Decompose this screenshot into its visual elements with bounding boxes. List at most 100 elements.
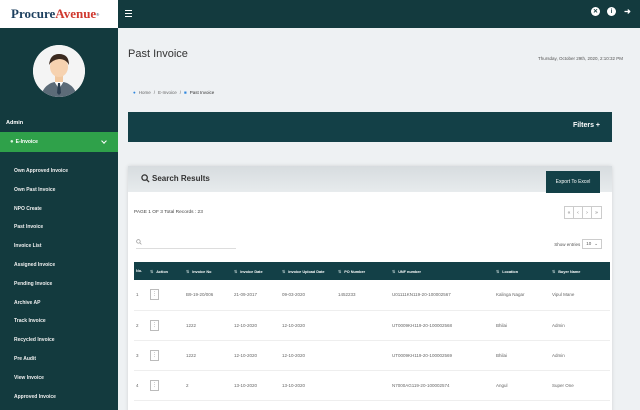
home-icon: ● xyxy=(133,90,136,95)
column-header-upload-date[interactable]: ⇅ Invoice Upload Date xyxy=(280,262,336,280)
entries-select[interactable]: 10 ⌄ xyxy=(582,239,602,249)
cell-action: ⋮ xyxy=(148,310,184,340)
cell-po-number: 1452233 xyxy=(338,292,356,298)
column-header-invoice-no[interactable]: ⇅ Invoice No xyxy=(184,262,232,280)
cell-upload-date: 12-10-2020 xyxy=(282,322,306,328)
cell-invoice-date: 13-10-2020 xyxy=(234,382,258,388)
table-row[interactable]: 3 ⋮ 1222 12-10-2020 12-10-2020 UT0009KH1… xyxy=(134,340,610,370)
search-icon xyxy=(136,239,142,245)
sidebar-item-own-approved-invoice[interactable]: Own Approved Invoice xyxy=(0,162,118,181)
logo-text-avenue: Avenue xyxy=(55,6,97,21)
cell-upload-date: 12-10-2020 xyxy=(282,352,306,358)
cell-no: 3 xyxy=(136,352,139,358)
table-row[interactable]: 1 ⋮ B9-19-20/006 21-09-2017 09-03-2020 1… xyxy=(134,280,610,310)
cell-no: 4 xyxy=(136,382,139,388)
column-header-po-number[interactable]: ⇅ PO Number xyxy=(336,262,390,280)
top-bar: ✕ i ➜ xyxy=(118,0,640,28)
sort-icon: ⇅ xyxy=(338,269,342,274)
last-page-button[interactable]: » xyxy=(592,207,601,218)
column-header-unf-number[interactable]: ⇅ UNF number xyxy=(390,262,494,280)
page-icon: ■ xyxy=(184,90,187,95)
current-datetime: Thursday, October 29th, 2020, 2:10:32 PM xyxy=(538,56,623,61)
cell-buyer-name: Vipul Mane xyxy=(552,292,575,298)
breadcrumb-separator: / xyxy=(153,90,155,95)
search-results-header: Search Results Export To Excel xyxy=(128,166,612,193)
info-circle-icon[interactable]: i xyxy=(607,7,616,16)
sidebar: Procure Avenue ® Admin ● E-Invoice Own App… xyxy=(0,0,118,410)
cell-unf-number: U01111KN119-20-100002567 xyxy=(392,292,451,298)
sidebar-submenu: Own Approved Invoice Own Past Invoice NP… xyxy=(0,162,118,406)
cell-unf-number: UT0009KH119-20-100002569 xyxy=(392,352,452,358)
sidebar-item-past-invoice[interactable]: Past Invoice xyxy=(0,218,118,237)
column-header-invoice-date[interactable]: ⇅ Invoice Date xyxy=(232,262,280,280)
table-row[interactable]: 4 ⋮ 2 13-10-2020 13-10-2020 N7000AG119-2… xyxy=(134,370,610,400)
sidebar-item-invoice-list[interactable]: Invoice List xyxy=(0,237,118,256)
logo-text-procure: Procure xyxy=(11,6,56,21)
cell-upload-date: 09-03-2020 xyxy=(282,292,306,298)
cell-buyer-name: Admin xyxy=(552,352,565,358)
cell-upload-date: 13-10-2020 xyxy=(282,382,306,388)
user-name: Admin xyxy=(6,120,24,126)
search-results-card: Search Results Export To Excel PAGE 1 OF… xyxy=(128,166,612,410)
logo-trademark: ® xyxy=(96,11,100,17)
breadcrumb-home[interactable]: Home xyxy=(139,90,151,95)
chevron-down-icon: ⌄ xyxy=(594,241,598,246)
close-circle-icon[interactable]: ✕ xyxy=(591,7,600,16)
action-menu-button[interactable]: ⋮ xyxy=(150,319,159,331)
table-row[interactable]: 2 ⋮ 1222 12-10-2020 12-10-2020 UT0009KH1… xyxy=(134,310,610,340)
brand-logo[interactable]: Procure Avenue ® xyxy=(0,0,118,28)
cell-location: Bhilai xyxy=(496,322,508,328)
sidebar-item-pre-audit[interactable]: Pre Audit xyxy=(0,350,118,369)
sidebar-item-approved-invoice[interactable]: Approved Invoice xyxy=(0,388,118,407)
sidebar-item-view-invoice[interactable]: View Invoice xyxy=(0,369,118,388)
column-header-location[interactable]: ⇅ Location xyxy=(494,262,550,280)
search-results-label: Search Results xyxy=(152,174,210,183)
hamburger-menu-icon[interactable] xyxy=(125,10,132,17)
sidebar-item-own-past-invoice[interactable]: Own Past Invoice xyxy=(0,181,118,200)
sidebar-item-npo-create[interactable]: NPO Create xyxy=(0,200,118,219)
cell-action: ⋮ xyxy=(148,370,184,400)
sidebar-item-archive-ap[interactable]: Archive AP xyxy=(0,294,118,313)
page-title: Past Invoice xyxy=(128,48,188,60)
search-results-title: Search Results xyxy=(141,174,210,183)
first-page-button[interactable]: « xyxy=(565,207,574,218)
cell-invoice-no: B9-19-20/006 xyxy=(186,292,214,298)
next-page-button[interactable]: › xyxy=(583,207,592,218)
sort-icon: ⇅ xyxy=(234,269,238,274)
column-header-action[interactable]: ⇅ Action xyxy=(148,262,184,280)
sidebar-item-track-invoice[interactable]: Track Invoice xyxy=(0,312,118,331)
logout-icon[interactable]: ➜ xyxy=(623,7,632,16)
cell-buyer-name: Super One xyxy=(552,382,574,388)
page-info: PAGE 1 OF 3 Total Records : 23 xyxy=(134,210,203,215)
avatar-area xyxy=(0,28,118,114)
action-menu-button[interactable]: ⋮ xyxy=(150,379,159,391)
cell-invoice-no: 1222 xyxy=(186,352,197,358)
breadcrumb-section[interactable]: E-Invoice xyxy=(158,90,177,95)
action-menu-button[interactable]: ⋮ xyxy=(150,289,159,301)
cell-invoice-no: 2 xyxy=(186,382,189,388)
sidebar-item-e-invoice[interactable]: ● E-Invoice xyxy=(0,132,118,152)
cell-buyer-name: Admin xyxy=(552,322,565,328)
column-header-no[interactable]: No. xyxy=(134,262,148,280)
cell-no: 1 xyxy=(136,292,139,298)
sort-icon: ⇅ xyxy=(496,269,500,274)
cell-invoice-date: 21-09-2017 xyxy=(234,292,258,298)
table-search-input[interactable] xyxy=(136,237,236,249)
sidebar-item-assigned-invoice[interactable]: Assigned Invoice xyxy=(0,256,118,275)
breadcrumb-current: Past Invoice xyxy=(189,90,215,95)
action-menu-button[interactable]: ⋮ xyxy=(150,349,159,361)
column-header-buyer-name[interactable]: ⇅ Buyer Name xyxy=(550,262,610,280)
filters-bar[interactable]: Filters + xyxy=(128,112,612,142)
sidebar-item-pending-invoice[interactable]: Pending Invoice xyxy=(0,275,118,294)
avatar[interactable] xyxy=(33,45,85,97)
cell-po-number xyxy=(336,340,390,370)
breadcrumb-separator: / xyxy=(179,90,182,95)
prev-page-button[interactable]: ‹ xyxy=(574,207,583,218)
table-header-row: No. ⇅ Action ⇅ Invoice No ⇅ Invoice Date ⇅ I… xyxy=(134,262,610,280)
sidebar-item-recycled-invoice[interactable]: Recycled Invoice xyxy=(0,331,118,350)
entries-select-value: 10 xyxy=(586,241,592,246)
filters-toggle[interactable]: Filters + xyxy=(573,122,600,129)
sort-icon: ⇅ xyxy=(392,269,396,274)
export-to-excel-button[interactable]: Export To Excel xyxy=(546,171,600,193)
sort-icon: ⇅ xyxy=(186,269,190,274)
